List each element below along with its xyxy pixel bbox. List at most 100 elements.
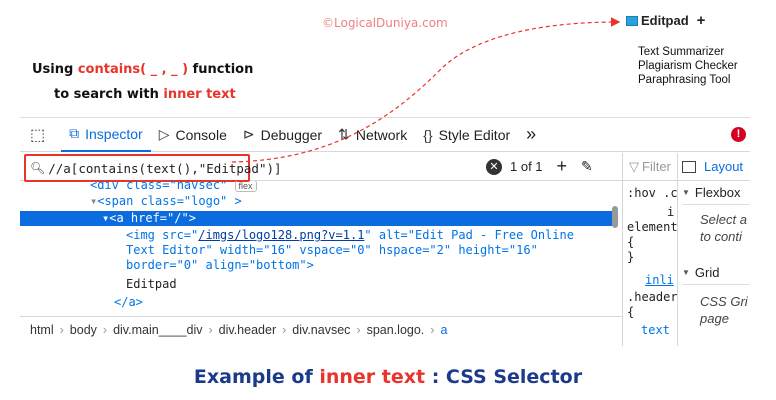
collapse-icon: ▼ [682, 188, 690, 197]
rules-filter-input[interactable]: ▽ Filter [623, 153, 677, 181]
sidebar-toggle-icon[interactable] [682, 160, 696, 173]
rule-brace: { [627, 235, 635, 249]
search-result-count: 1 of 1 [510, 159, 543, 174]
flexbox-description: to conti [700, 229, 742, 244]
add-icon[interactable]: + [697, 12, 706, 29]
eyedropper-icon[interactable]: ✎ [581, 158, 593, 175]
breadcrumb-separator-icon: › [282, 322, 287, 337]
flexbox-section: ▼ Flexbox Select a to conti [678, 181, 750, 245]
note-text: function [188, 62, 254, 77]
markup-tag: " alt="Edit Pad - Free Online [364, 228, 574, 242]
editpad-site-header: Editpad + Text Summarizer Plagiarism Che… [626, 12, 776, 87]
markup-view: <div class="navsec" flex ▾<span class="l… [20, 181, 622, 316]
markup-tag: <a href="/"> [109, 211, 196, 225]
grid-section: ▼ Grid CSS Gri page [678, 261, 750, 327]
search-input-value: //a[contains(text(),"Editpad")] [48, 160, 282, 176]
watermark-top: ©LogicalDuniya.com [322, 16, 448, 30]
annotation-note-line2: to search with inner text [54, 87, 236, 102]
debugger-icon: ⊳ [242, 126, 255, 142]
markup-line-anchor-selected[interactable]: ▾<a href="/"> [20, 211, 612, 226]
flexbox-header[interactable]: ▼ Flexbox [682, 181, 750, 205]
editpad-brand[interactable]: Editpad + [626, 12, 776, 29]
grid-description: page [700, 311, 729, 326]
filter-icon: ▽ [629, 158, 639, 174]
editpad-brand-label: Editpad [641, 13, 689, 28]
rule-text: i [667, 205, 675, 219]
editpad-logo-icon [626, 15, 638, 26]
breadcrumb-separator-icon: › [430, 322, 435, 337]
flexbox-description: Select a [700, 212, 747, 227]
menu-item-plagiarism-checker[interactable]: Plagiarism Checker [638, 59, 776, 73]
breadcrumb-item[interactable]: div.header [219, 323, 276, 337]
search-tools: ✕ 1 of 1 + ✎ [486, 156, 593, 177]
tab-label: Style Editor [438, 126, 511, 143]
layout-pane: Layout ▼ Flexbox Select a to conti ▼ Grid … [677, 153, 750, 346]
rule-property: text [641, 323, 670, 337]
markup-tag: <div class="navsec" [90, 181, 228, 192]
devtools-toolbar: ⬚ ⧉ Inspector ▷ Console ⊳ Debugger ⇅ Net… [20, 118, 750, 152]
markup-link[interactable]: /imgs/logo128.png?v=1.1 [198, 228, 364, 242]
breadcrumb-item[interactable]: body [70, 323, 97, 337]
breadcrumb-item-active[interactable]: a [440, 323, 447, 337]
note-text: Using [32, 62, 78, 77]
note-highlight: contains( _ , _ ) [77, 62, 189, 77]
breadcrumb-separator-icon: › [356, 322, 361, 337]
tab-network[interactable]: ⇅ Network [330, 118, 415, 152]
markup-line-div[interactable]: <div class="navsec" flex [90, 181, 257, 194]
breadcrumb-separator-icon: › [208, 322, 213, 337]
tab-label: Console [175, 126, 227, 143]
site-menu: Text Summarizer Plagiarism Checker Parap… [638, 45, 776, 87]
more-tabs-button[interactable]: » [518, 118, 544, 152]
tab-label: Network [355, 126, 408, 143]
breadcrumb-item[interactable]: span.logo. [367, 323, 425, 337]
breadcrumb-item[interactable]: div.navsec [292, 323, 350, 337]
add-node-icon[interactable]: + [557, 156, 568, 177]
inspector-icon: ⧉ [69, 125, 80, 141]
collapse-icon: ▼ [682, 268, 690, 277]
error-badge-icon[interactable]: ! [731, 127, 746, 142]
caption-text: Example of [193, 366, 320, 388]
grid-description: CSS Gri [700, 294, 748, 309]
markup-line-close-anchor[interactable]: </a> [114, 295, 143, 310]
element-picker-button[interactable]: ⬚ [20, 118, 61, 152]
flexbox-label: Flexbox [694, 185, 741, 200]
element-picker-icon: ⬚ [30, 126, 46, 144]
markup-line-span[interactable]: ▾<span class="logo" > [90, 194, 242, 209]
filter-placeholder: Filter [642, 159, 671, 174]
rule-selector: .header [627, 290, 677, 304]
breadcrumb-item[interactable]: html [30, 323, 54, 337]
tab-label: Inspector [85, 125, 143, 142]
tab-inspector[interactable]: ⧉ Inspector [61, 118, 151, 152]
markup-tag: <span class="logo" > [97, 194, 242, 208]
rule-source-link[interactable]: inli [645, 273, 674, 287]
tab-layout[interactable]: Layout [678, 153, 750, 181]
tab-style-editor[interactable]: {} Style Editor [415, 118, 518, 152]
markup-search-bar: 🔍︎ //a[contains(text(),"Editpad")] ✕ 1 o… [20, 153, 622, 182]
menu-item-paraphrasing-tool[interactable]: Paraphrasing Tool [638, 73, 776, 87]
annotation-note-line1: Using contains( _ , _ ) function [32, 62, 253, 77]
breadcrumb: html › body › div.main____div › div.header ›… [20, 316, 622, 342]
caption-text: : CSS Selector [425, 366, 583, 388]
tab-console[interactable]: ▷ Console [151, 118, 235, 152]
markup-scrollbar[interactable] [612, 206, 618, 228]
caption: Example of inner text : CSS Selector [0, 366, 776, 388]
clear-search-icon[interactable]: ✕ [486, 158, 502, 175]
tab-label: Debugger [260, 126, 323, 143]
flex-badge[interactable]: flex [234, 181, 257, 192]
markup-line-img[interactable]: <img src="/imgs/logo128.png?v=1.1" alt="… [126, 228, 574, 243]
menu-item-text-summarizer[interactable]: Text Summarizer [638, 45, 776, 59]
rule-selector: element [627, 220, 677, 234]
search-input[interactable]: 🔍︎ //a[contains(text(),"Editpad")] [24, 154, 282, 182]
caption-highlight: inner text [319, 366, 426, 388]
markup-line-img-cont: Text Editor" width="16" vspace="0" hspac… [126, 243, 538, 257]
markup-line-img-cont: border="0" align="bottom"> [126, 258, 314, 272]
markup-text-node[interactable]: Editpad [126, 277, 177, 292]
grid-label: Grid [694, 265, 720, 280]
note-highlight: inner text [163, 87, 236, 102]
tab-debugger[interactable]: ⊳ Debugger [235, 118, 330, 152]
rule-brace: { [627, 305, 635, 319]
pseudo-class-toggle[interactable]: :hov .cl [627, 186, 677, 200]
breadcrumb-item[interactable]: div.main____div [113, 323, 202, 337]
grid-header[interactable]: ▼ Grid [682, 261, 750, 285]
breadcrumb-separator-icon: › [59, 322, 64, 337]
